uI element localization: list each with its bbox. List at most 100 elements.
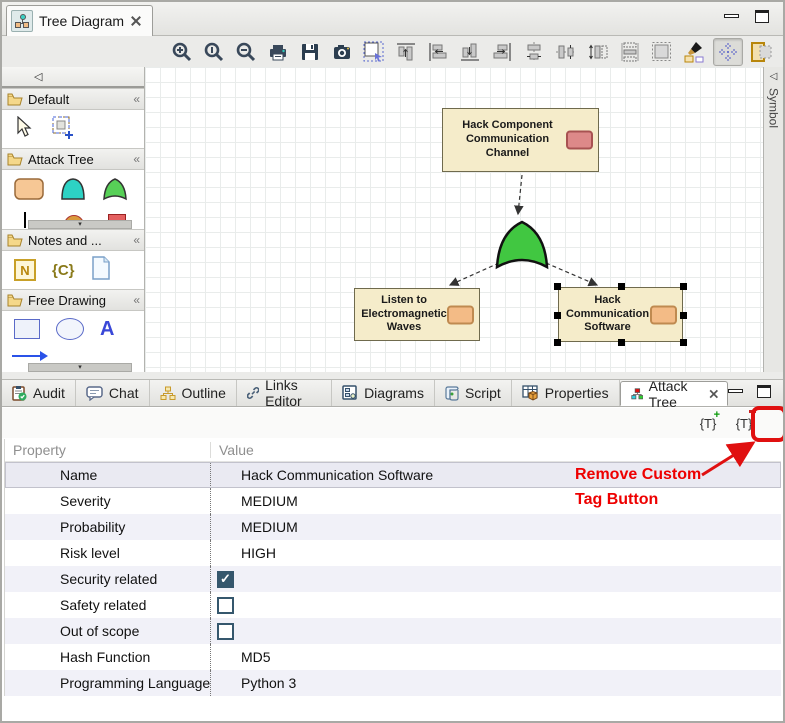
palette-collapse[interactable]: ◁ (2, 67, 144, 88)
rectangle-tool-icon[interactable] (14, 319, 40, 339)
close-icon[interactable] (709, 388, 717, 398)
property-value[interactable]: Python 3 (210, 670, 781, 696)
tab-chat[interactable]: Chat (76, 380, 150, 406)
zoom-original-icon[interactable] (201, 39, 227, 65)
tab-diagrams[interactable]: Diagrams (332, 380, 435, 406)
center-horizontal-icon[interactable] (521, 39, 547, 65)
section-pin-icon[interactable]: « (133, 152, 140, 166)
node-listen-to-electromagnetic-waves[interactable]: Listen to Electromagnetic Waves (354, 288, 480, 341)
section-pin-icon[interactable]: « (133, 233, 140, 247)
tab-tree-diagram[interactable]: Tree Diagram (6, 5, 153, 36)
align-right-icon[interactable] (489, 39, 515, 65)
grid-toggle-icon[interactable] (713, 38, 743, 66)
selection-handle[interactable] (680, 339, 687, 346)
minimize-icon[interactable] (728, 389, 743, 393)
connector-gate-right-child[interactable] (546, 263, 597, 285)
save-icon[interactable] (297, 39, 323, 65)
tab-audit[interactable]: Audit (2, 380, 76, 406)
connector-gate-left-child[interactable] (450, 263, 499, 285)
selection-handle[interactable] (680, 312, 687, 319)
property-value[interactable]: MEDIUM (210, 514, 781, 540)
zoom-out-icon[interactable] (233, 39, 259, 65)
marquee-tool-icon[interactable] (50, 114, 76, 145)
attack-node-tool-icon[interactable] (14, 178, 44, 205)
remove-custom-tag-button[interactable]: {T} (731, 412, 757, 434)
symbol-editor-icon[interactable] (749, 39, 775, 65)
note-tool-icon[interactable]: N (14, 259, 36, 281)
and-gate-tool-icon[interactable] (60, 177, 86, 206)
collapse-left-icon[interactable]: ◁ (770, 71, 778, 82)
palette-section-free-drawing[interactable]: Free Drawing « (2, 289, 144, 311)
tag-glyph: {T} (736, 416, 753, 431)
tab-outline[interactable]: Outline (150, 380, 237, 406)
add-custom-tag-button[interactable]: {T} + (695, 412, 721, 434)
bottom-tabbar: Audit Chat Outline Links Editor Diagrams… (2, 380, 783, 407)
tab-script[interactable]: Script (435, 380, 512, 406)
or-gate-tool-icon[interactable] (102, 177, 128, 206)
table-row-severity[interactable]: Severity MEDIUM (5, 488, 781, 514)
palette-section-notes[interactable]: Notes and ... « (2, 229, 144, 251)
property-value[interactable]: Hack Communication Software (210, 462, 781, 488)
safety-related-checkbox[interactable] (217, 597, 234, 614)
or-gate-shape[interactable] (497, 222, 547, 267)
palette-section-default[interactable]: Default « (2, 88, 144, 110)
table-row-security-related[interactable]: Security related ✓ (5, 566, 781, 592)
selection-handle[interactable] (554, 312, 561, 319)
property-value[interactable]: MD5 (210, 644, 781, 670)
table-row-name[interactable]: Name Hack Communication Software (5, 462, 781, 488)
column-property[interactable]: Property (5, 442, 210, 458)
out-of-scope-checkbox[interactable] (217, 623, 234, 640)
palette-scroll-down[interactable]: ▾ (28, 220, 132, 229)
selection-handle[interactable] (618, 339, 625, 346)
node-hack-communication-software[interactable]: Hack Communication Software (558, 287, 683, 342)
align-bottom-icon[interactable] (457, 39, 483, 65)
selection-handle[interactable] (618, 283, 625, 290)
security-related-checkbox[interactable]: ✓ (217, 571, 234, 588)
select-tool-icon[interactable] (14, 116, 34, 143)
align-left-icon[interactable] (425, 39, 451, 65)
property-value[interactable]: HIGH (210, 540, 781, 566)
close-icon[interactable] (130, 15, 142, 27)
format-painter-icon[interactable] (681, 39, 707, 65)
table-row-out-of-scope[interactable]: Out of scope (5, 618, 781, 644)
ellipse-tool-icon[interactable] (56, 318, 84, 340)
marquee-select-icon[interactable] (361, 39, 387, 65)
resize-area-icon[interactable] (649, 39, 675, 65)
table-row-risk-level[interactable]: Risk level HIGH (5, 540, 781, 566)
symbol-panel-collapsed[interactable]: ◁ Symbol (763, 67, 783, 372)
column-value[interactable]: Value (210, 442, 781, 458)
table-row-safety-related[interactable]: Safety related (5, 592, 781, 618)
tab-links-editor[interactable]: Links Editor (237, 380, 332, 406)
edge-tool-icon[interactable] (24, 212, 26, 228)
table-row-programming-language[interactable]: Programming Language Python 3 (5, 670, 781, 696)
palette-scroll-down[interactable]: ▾ (28, 363, 132, 372)
selection-handle[interactable] (554, 283, 561, 290)
selection-handle[interactable] (554, 339, 561, 346)
palette-section-attack-tree[interactable]: Attack Tree « (2, 148, 144, 170)
align-top-icon[interactable] (393, 39, 419, 65)
constraint-tool-icon[interactable]: {C} (52, 262, 75, 279)
symbol-panel-label: Symbol (767, 88, 781, 128)
tab-attack-tree[interactable]: Attack Tree (620, 381, 728, 406)
section-pin-icon[interactable]: « (133, 293, 140, 307)
maximize-icon[interactable] (755, 10, 769, 23)
maximize-icon[interactable] (757, 385, 771, 398)
diagram-canvas[interactable]: Hack Component Communication Channel Lis… (145, 67, 763, 372)
text-tool-icon[interactable]: A (100, 319, 114, 339)
table-row-probability[interactable]: Probability MEDIUM (5, 514, 781, 540)
minimize-icon[interactable] (724, 14, 739, 18)
match-size-icon[interactable] (585, 39, 611, 65)
distribute-icon[interactable] (617, 39, 643, 65)
zoom-in-icon[interactable] (169, 39, 195, 65)
node-hack-component-communication-channel[interactable]: Hack Component Communication Channel (442, 108, 599, 172)
screenshot-icon[interactable] (329, 39, 355, 65)
center-vertical-icon[interactable] (553, 39, 579, 65)
table-row-hash-function[interactable]: Hash Function MD5 (5, 644, 781, 670)
tab-properties[interactable]: Properties (512, 380, 620, 406)
section-pin-icon[interactable]: « (133, 92, 140, 106)
selection-handle[interactable] (680, 283, 687, 290)
document-tool-icon[interactable] (91, 256, 111, 285)
property-value[interactable]: MEDIUM (210, 488, 781, 514)
print-icon[interactable] (265, 39, 291, 65)
connector-parent-gate[interactable] (518, 175, 522, 214)
